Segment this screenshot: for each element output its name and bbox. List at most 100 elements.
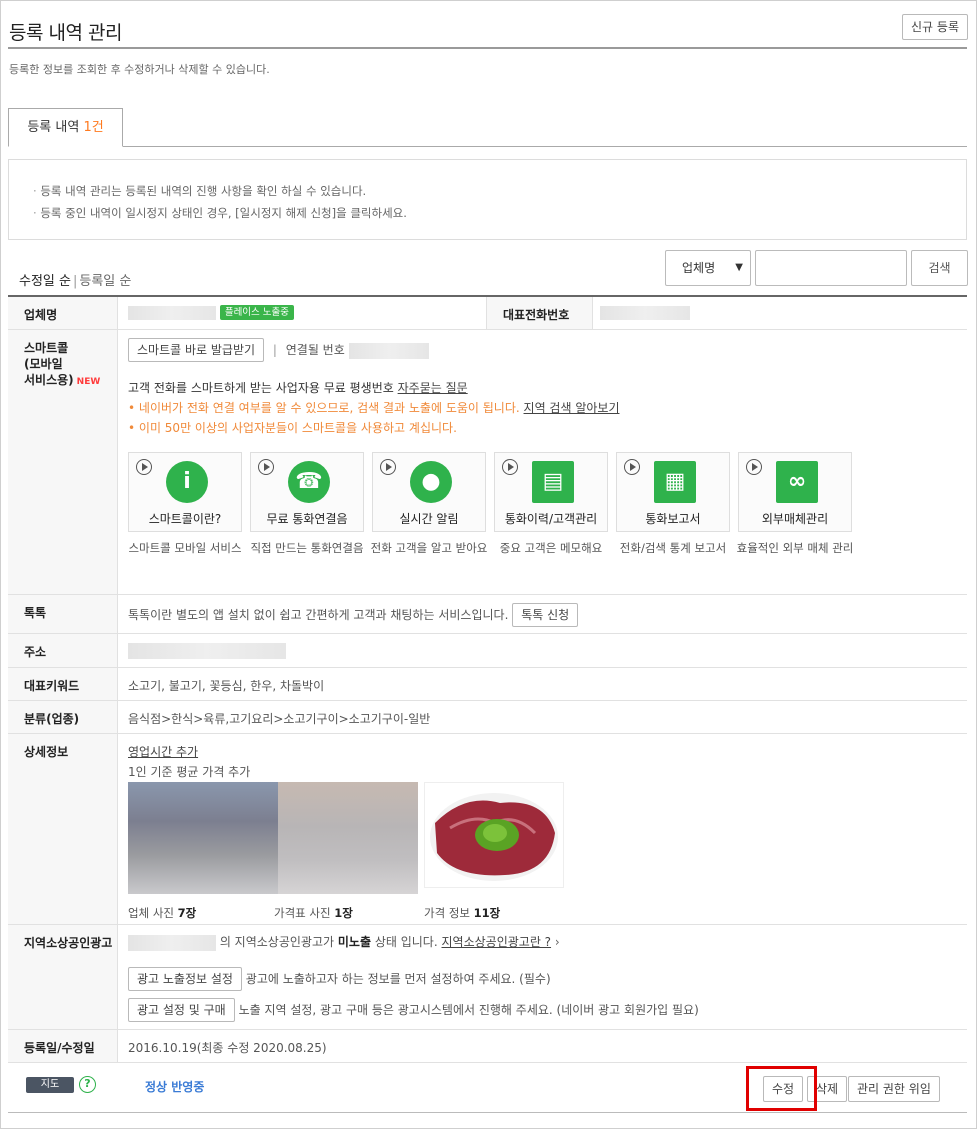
row-smartcall: 스마트콜 (모바일 서비스용) NEW 스마트콜 바로 발급받기 | 연결될 번호… bbox=[8, 330, 967, 595]
delegate-button[interactable]: 관리 권한 위임 bbox=[848, 1076, 940, 1102]
linked-number-label: 연결될 번호 bbox=[285, 343, 345, 357]
notice-item: 등록 중인 내역이 일시정지 상태인 경우, [일시정지 해제 신청]을 클릭하… bbox=[33, 202, 942, 224]
issue-smartcall-button[interactable]: 스마트콜 바로 발급받기 bbox=[128, 338, 265, 362]
local-search-link[interactable]: 지역 검색 알아보기 bbox=[524, 401, 620, 415]
price-table-photo[interactable] bbox=[278, 782, 418, 894]
sort-registered[interactable]: 등록일 순 bbox=[79, 274, 131, 289]
row-label: 스마트콜 (모바일 서비스용) NEW bbox=[8, 330, 118, 594]
service-card[interactable]: ▤ 통화이력/고객관리 bbox=[494, 452, 608, 532]
service-card[interactable]: ● 실시간 알림 bbox=[372, 452, 486, 532]
row-label: 상세정보 bbox=[8, 734, 118, 924]
service-caption: 중요 고객은 메모해요 bbox=[499, 541, 603, 555]
row-talktalk: 톡톡 톡톡이란 별도의 앱 설치 없이 쉽고 간편하게 고객과 채팅하는 서비스… bbox=[8, 595, 967, 634]
status-badge: 플레이스 노출중 bbox=[219, 305, 295, 320]
service-caption: 스마트콜 모바일 서비스 bbox=[128, 541, 242, 555]
service-label: 외부매체관리 bbox=[761, 512, 829, 526]
row-label: 분류(업종) bbox=[8, 701, 118, 733]
meat-image bbox=[430, 793, 558, 881]
row-category: 분류(업종) 음식점>한식>육류,고기요리>소고기구이>소고기구이-일반 bbox=[8, 701, 967, 734]
row-label: 톡톡 bbox=[8, 595, 118, 633]
row-address: 주소 bbox=[8, 634, 967, 668]
play-icon bbox=[624, 459, 640, 475]
category-value: 음식점>한식>육류,고기요리>소고기구이>소고기구이-일반 bbox=[128, 712, 431, 726]
company-name-redacted bbox=[128, 305, 216, 320]
contact-card-icon: ▤ bbox=[532, 461, 574, 503]
help-icon[interactable]: ? bbox=[79, 1076, 96, 1093]
talktalk-description: 톡톡이란 별도의 앱 설치 없이 쉽고 간편하게 고객과 채팅하는 서비스입니다… bbox=[128, 608, 509, 622]
faq-link[interactable]: 자주묻는 질문 bbox=[398, 381, 468, 395]
play-icon bbox=[502, 459, 518, 475]
play-icon bbox=[258, 459, 274, 475]
ad-status-prefix: 의 지역소상공인광고가 bbox=[219, 935, 335, 949]
add-hours-link[interactable]: 영업시간 추가 bbox=[128, 743, 198, 760]
page-title: 등록 내역 관리 bbox=[9, 22, 122, 44]
service-label: 무료 통화연결음 bbox=[266, 512, 348, 526]
price-info-photo[interactable] bbox=[424, 782, 564, 888]
ad-purchase-description: 노출 지역 설정, 광고 구매 등은 광고시스템에서 진행해 주세요. (네이버… bbox=[238, 1003, 699, 1017]
search-button[interactable]: 검색 bbox=[911, 250, 968, 286]
keywords-value: 소고기, 불고기, 꽃등심, 한우, 차돌박이 bbox=[128, 679, 325, 693]
company-name-redacted bbox=[128, 934, 216, 951]
ad-status-suffix: 상태 입니다. bbox=[374, 935, 438, 949]
sort-options: 수정일 순 | 등록일 순 bbox=[19, 274, 132, 289]
page-description: 등록한 정보를 조회한 후 수정하거나 삭제할 수 있습니다. bbox=[9, 63, 270, 76]
talktalk-apply-button[interactable]: 톡톡 신청 bbox=[512, 603, 579, 627]
search-input[interactable] bbox=[755, 250, 907, 286]
row-label: 대표키워드 bbox=[8, 668, 118, 700]
service-label: 스마트콜이란? bbox=[148, 512, 222, 526]
service-label: 통화보고서 bbox=[645, 512, 701, 526]
notice-item: 등록 내역 관리는 등록된 내역의 진행 사항을 확인 하실 수 있습니다. bbox=[33, 180, 942, 202]
row-label: 등록일/수정일 bbox=[8, 1030, 118, 1062]
search-select-value: 업체명 bbox=[682, 261, 716, 275]
row-label: 주소 bbox=[8, 634, 118, 667]
service-card[interactable]: ☎ 무료 통화연결음 bbox=[250, 452, 364, 532]
ad-info-settings-button[interactable]: 광고 노출정보 설정 bbox=[128, 967, 242, 991]
service-card[interactable]: i 스마트콜이란? bbox=[128, 452, 242, 532]
search-field-select[interactable]: 업체명 ▼ bbox=[665, 250, 751, 286]
highlight-box bbox=[746, 1066, 817, 1111]
service-caption: 직접 만드는 통화연결음 bbox=[250, 541, 364, 555]
service-label: 통화이력/고객관리 bbox=[504, 512, 598, 526]
photo-caption: 가격 정보 11장 bbox=[424, 906, 501, 920]
row-dates: 등록일/수정일 2016.10.19(최종 수정 2020.08.25) bbox=[8, 1030, 967, 1063]
row-detail: 상세정보 영업시간 추가 1인 기준 평균 가격 추가 업체 사진 7장 가격표… bbox=[8, 734, 967, 925]
local-ad-help-link[interactable]: 지역소상공인광고란 ? bbox=[442, 935, 552, 949]
tab-label: 등록 내역 bbox=[27, 120, 80, 135]
service-card[interactable]: ▦ 통화보고서 bbox=[616, 452, 730, 532]
business-photo[interactable] bbox=[128, 782, 278, 894]
service-caption: 전화/검색 통계 보고서 bbox=[619, 541, 727, 555]
play-icon bbox=[746, 459, 762, 475]
row-keywords: 대표키워드 소고기, 불고기, 꽃등심, 한우, 차돌박이 bbox=[8, 668, 967, 701]
ad-status-value: 미노출 bbox=[337, 935, 371, 949]
action-bar: 지도 ? 정상 반영중 수정 삭제 관리 권한 위임 bbox=[8, 1063, 967, 1113]
tab-count: 1건 bbox=[83, 120, 104, 135]
address-redacted bbox=[128, 643, 286, 659]
play-icon bbox=[380, 459, 396, 475]
tab-registrations[interactable]: 등록 내역 1건 bbox=[8, 108, 123, 147]
status-text: 정상 반영중 bbox=[145, 1080, 205, 1094]
play-icon bbox=[136, 459, 152, 475]
notice-box: 등록 내역 관리는 등록된 내역의 진행 사항을 확인 하실 수 있습니다. 등… bbox=[8, 159, 967, 240]
info-icon: i bbox=[166, 461, 208, 503]
report-icon: ▦ bbox=[654, 461, 696, 503]
price-text: 1인 기준 평균 가격 추가 bbox=[128, 765, 251, 779]
service-card[interactable]: ∞ 외부매체관리 bbox=[738, 452, 852, 532]
map-button[interactable]: 지도 bbox=[26, 1077, 74, 1093]
smartcall-intro: 고객 전화를 스마트하게 받는 사업자용 무료 평생번호 자주묻는 질문 bbox=[128, 381, 468, 395]
service-caption: 전화 고객을 알고 받아요 bbox=[370, 541, 488, 555]
chevron-right-icon: › bbox=[554, 935, 560, 949]
smartcall-bullet: • 네이버가 전화 연결 여부를 알 수 있으므로, 검색 결과 노출에 도움이… bbox=[128, 401, 620, 415]
smartcall-bullet: • 이미 50만 이상의 사업자분들이 스마트콜을 사용하고 계십니다. bbox=[128, 421, 457, 435]
sort-modified[interactable]: 수정일 순 bbox=[19, 274, 71, 289]
service-label: 실시간 알림 bbox=[399, 512, 459, 526]
linked-number-redacted bbox=[348, 342, 429, 359]
dates-value: 2016.10.19(최종 수정 2020.08.25) bbox=[128, 1041, 327, 1055]
tab-strip bbox=[8, 146, 967, 147]
row-label: 지역소상공인광고 bbox=[8, 925, 118, 1029]
row-label: 업체명 bbox=[8, 297, 118, 329]
photo-caption: 업체 사진 7장 bbox=[128, 906, 197, 920]
link-icon: ∞ bbox=[776, 461, 818, 503]
ad-info-description: 광고에 노출하고자 하는 정보를 먼저 설정하여 주세요. (필수) bbox=[245, 972, 551, 986]
new-registration-button[interactable]: 신규 등록 bbox=[902, 14, 968, 40]
ad-purchase-button[interactable]: 광고 설정 및 구매 bbox=[128, 998, 235, 1022]
